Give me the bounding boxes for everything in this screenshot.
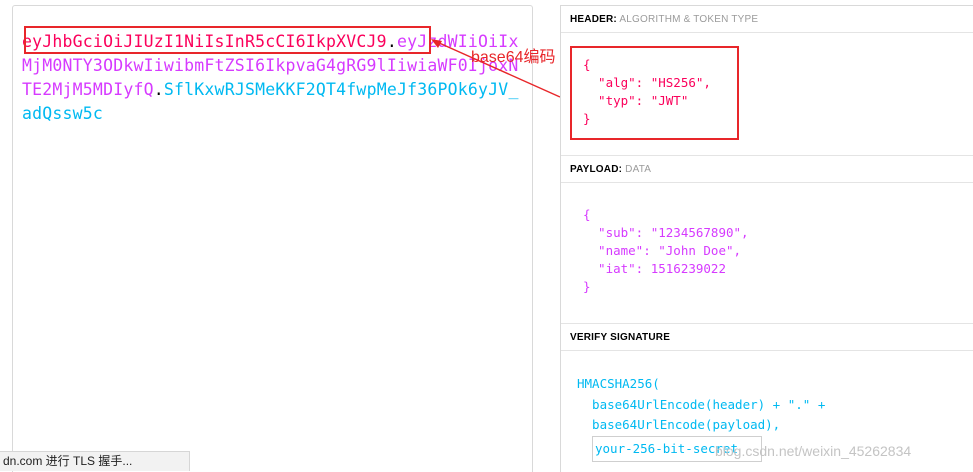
status-bar: dn.com 进行 TLS 握手... [0,451,190,471]
signature-code: HMACSHA256( base64UrlEncode(header) + ".… [577,374,825,436]
code-line: } [583,279,591,294]
code-line: HMACSHA256( [577,376,660,391]
header-section-title: HEADER: ALGORITHM & TOKEN TYPE [561,6,973,33]
status-text: dn.com 进行 TLS 握手... [3,454,133,468]
header-title: HEADER: [570,14,617,25]
payload-json-editor[interactable]: { "sub": "1234567890", "name": "John Doe… [583,206,749,296]
payload-section-title: PAYLOAD: DATA [561,156,973,183]
code-line: "name": "John Doe", [583,243,742,258]
code-line: { [583,207,591,222]
payload-subtitle: DATA [625,164,652,175]
payload-title: PAYLOAD: [570,164,623,175]
code-line: "sub": "1234567890", [583,225,749,240]
code-line: base64UrlEncode(header) + "." + [577,396,826,412]
watermark: blog.csdn.net/weixin_45262834 [715,443,912,459]
code-line: "iat": 1516239022 [583,261,726,276]
base64-annotation-label: base64编码 [471,49,556,66]
signature-section-title: VERIFY SIGNATURE [561,324,973,351]
signature-title: VERIFY SIGNATURE [570,332,671,343]
header-json-highlight-box [570,46,739,140]
header-subtitle: ALGORITHM & TOKEN TYPE [619,14,759,25]
code-line: base64UrlEncode(payload), [577,417,781,432]
